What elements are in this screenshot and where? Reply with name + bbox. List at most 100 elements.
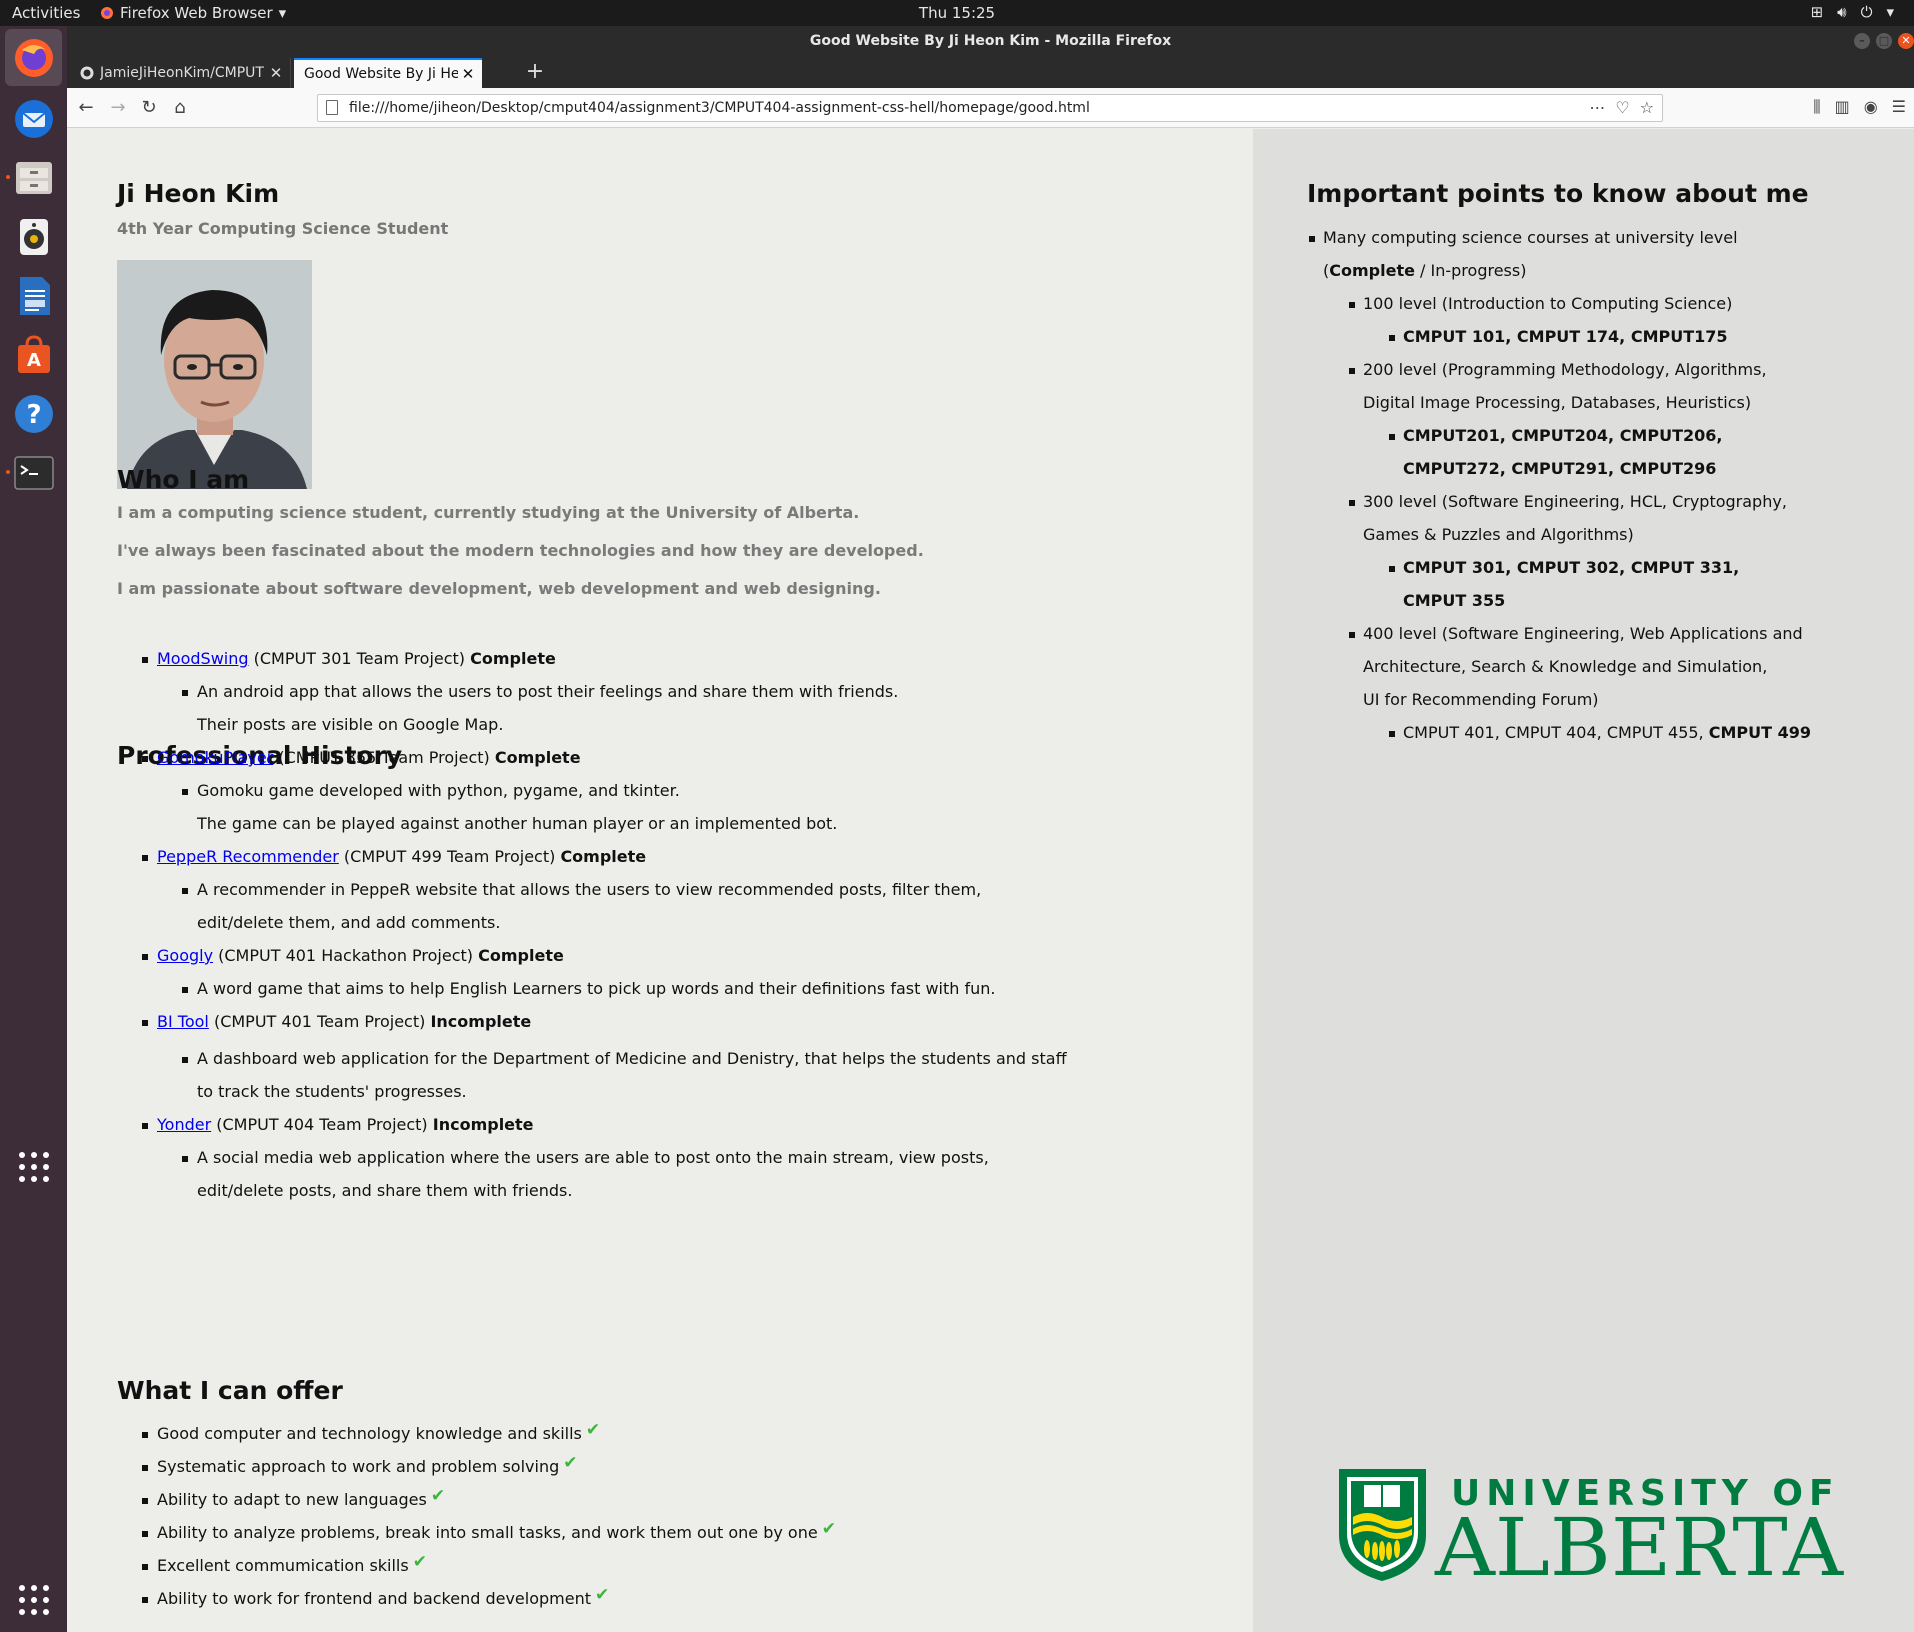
reload-button[interactable]: ↻ — [136, 95, 162, 121]
offer-bullet — [142, 1432, 148, 1438]
project-description: A recommender in PeppeR website that all… — [197, 880, 981, 899]
grid-icon — [18, 1151, 49, 1182]
offer-text: Ability to adapt to new languages — [157, 1490, 427, 1509]
document-icon — [19, 276, 50, 315]
course-text-bold: CMPUT 499 — [1708, 723, 1811, 742]
software-center-launcher[interactable]: A — [5, 326, 62, 383]
files-launcher[interactable] — [5, 149, 62, 206]
project-link[interactable]: MoodSwing — [157, 649, 249, 668]
who-line: I am passionate about software developme… — [117, 579, 881, 598]
project-link[interactable]: GomokuPlayer — [157, 748, 273, 767]
course-bullet — [1389, 335, 1395, 341]
project-link[interactable]: PeppeR Recommender — [157, 847, 339, 866]
who-line: I've always been fascinated about the mo… — [117, 541, 924, 560]
rhythmbox-launcher[interactable] — [5, 208, 62, 265]
home-button[interactable]: ⌂ — [167, 95, 193, 121]
firefox-launcher[interactable] — [5, 29, 62, 86]
project-bullet — [142, 855, 148, 861]
description-text: to track the students' progresses. — [197, 1082, 467, 1101]
chevron-down-icon[interactable]: ▾ — [1886, 3, 1894, 21]
level-text: 100 level (Introduction to Computing Sci… — [1363, 294, 1733, 313]
minimize-button[interactable]: – — [1854, 33, 1870, 49]
tab-github[interactable]: JamieJiHeonKim/CMPUT ✕ — [70, 58, 291, 88]
project-link[interactable]: Googly — [157, 946, 213, 965]
offer-item: Ability to analyze problems, break into … — [157, 1519, 836, 1543]
help-icon: ? — [14, 394, 53, 433]
project-link[interactable]: BI Tool — [157, 1012, 209, 1031]
tab-good-website[interactable]: Good Website By Ji Heon Ki ✕ — [294, 58, 482, 88]
tab-label: JamieJiHeonKim/CMPUT — [100, 65, 264, 81]
window-title-bar: Good Website By Ji Heon Kim - Mozilla Fi… — [67, 26, 1914, 56]
launcher-dock: A ? — [0, 26, 67, 1632]
level-text: 200 level (Programming Methodology, Algo… — [1363, 360, 1767, 379]
show-applications-button[interactable] — [5, 1138, 62, 1195]
legend-rest: / In-progress) — [1414, 261, 1527, 280]
forward-button[interactable]: → — [105, 95, 131, 121]
description-text: edit/delete them, and add comments. — [197, 913, 501, 932]
level-label: Architecture, Search & Knowledge and Sim… — [1363, 657, 1767, 676]
level-label: 400 level (Software Engineering, Web App… — [1363, 624, 1803, 643]
url-text[interactable]: file:///home/jiheon/Desktop/cmput404/ass… — [349, 100, 1090, 116]
show-applications-button[interactable] — [5, 1571, 62, 1628]
course-text: CMPUT201, CMPUT204, CMPUT206, — [1403, 426, 1723, 445]
page-actions-icon[interactable]: ⋯ — [1589, 98, 1605, 117]
url-bar[interactable]: file:///home/jiheon/Desktop/cmput404/ass… — [317, 94, 1663, 122]
project-description: edit/delete them, and add comments. — [197, 913, 500, 932]
close-window-button[interactable]: ✕ — [1898, 33, 1914, 49]
hamburger-menu-icon[interactable]: ☰ — [1892, 97, 1906, 117]
help-launcher[interactable]: ? — [5, 385, 62, 442]
back-button[interactable]: ← — [73, 95, 99, 121]
project-item: Googly (CMPUT 401 Hackathon Project) Com… — [157, 946, 564, 965]
close-icon[interactable]: ✕ — [458, 65, 478, 83]
activities-button[interactable]: Activities — [12, 4, 80, 22]
level-bullet — [1349, 632, 1355, 638]
project-bullet — [142, 657, 148, 663]
power-icon[interactable]: ⏻ — [1861, 3, 1873, 21]
project-context: (CMPUT 404 Team Project) — [211, 1115, 433, 1134]
library-icon[interactable]: ⫼ — [1813, 97, 1820, 117]
svg-text:?: ? — [26, 400, 41, 430]
close-icon[interactable]: ✕ — [266, 64, 286, 82]
project-context: (CMPUT 499 Team Project) — [338, 847, 561, 866]
offer-text: Good computer and technology knowledge a… — [157, 1424, 582, 1443]
level-label: UI for Recommending Forum) — [1363, 690, 1599, 709]
level-label: 300 level (Software Engineering, HCL, Cr… — [1363, 492, 1787, 511]
project-bullet — [142, 954, 148, 960]
maximize-button[interactable]: □ — [1876, 33, 1892, 49]
account-icon[interactable]: ◉ — [1864, 97, 1878, 117]
description-bullet — [182, 1057, 188, 1063]
clock[interactable]: Thu 15:25 — [919, 4, 995, 22]
offer-item: Good computer and technology knowledge a… — [157, 1420, 600, 1444]
network-icon[interactable]: ⊞ — [1811, 3, 1824, 21]
volume-icon[interactable]: 🔊︎ — [1837, 3, 1846, 21]
project-status: Incomplete — [430, 1012, 532, 1031]
description-text: Their posts are visible on Google Map. — [197, 715, 504, 734]
description-text: A dashboard web application for the Depa… — [197, 1049, 1067, 1068]
new-tab-button[interactable]: + — [521, 58, 549, 86]
thunderbird-launcher[interactable] — [5, 90, 62, 147]
app-menu-label: Firefox Web Browser — [120, 4, 273, 22]
app-menu[interactable]: Firefox Web Browser ▾ — [100, 4, 286, 22]
project-description: A word game that aims to help English Le… — [197, 979, 995, 998]
sidebar-icon[interactable]: ▥ — [1835, 97, 1850, 117]
description-text: Gomoku game developed with python, pygam… — [197, 781, 680, 800]
terminal-launcher[interactable] — [5, 444, 62, 501]
project-status: Complete — [470, 649, 556, 668]
level-text: 400 level (Software Engineering, Web App… — [1363, 624, 1803, 643]
thunderbird-icon — [14, 99, 53, 138]
project-status: Incomplete — [432, 1115, 534, 1134]
description-text: The game can be played against another h… — [197, 814, 838, 833]
offer-text: Systematic approach to work and problem … — [157, 1457, 560, 1476]
bookmark-star-icon[interactable]: ☆ — [1640, 98, 1654, 117]
pocket-icon[interactable]: ♡ — [1615, 98, 1629, 117]
offer-text: Ability to work for frontend and backend… — [157, 1589, 592, 1608]
description-bullet — [182, 1156, 188, 1162]
project-status: Complete — [560, 847, 647, 866]
file-cabinet-icon — [15, 161, 52, 194]
check-icon: ✔ — [430, 1486, 446, 1506]
project-context: (CMPUT 301 Team Project) — [248, 649, 471, 668]
writer-launcher[interactable] — [5, 267, 62, 324]
point-intro: Many computing science courses at univer… — [1323, 228, 1738, 247]
firefox-icon — [14, 38, 53, 77]
project-link[interactable]: Yonder — [157, 1115, 211, 1134]
